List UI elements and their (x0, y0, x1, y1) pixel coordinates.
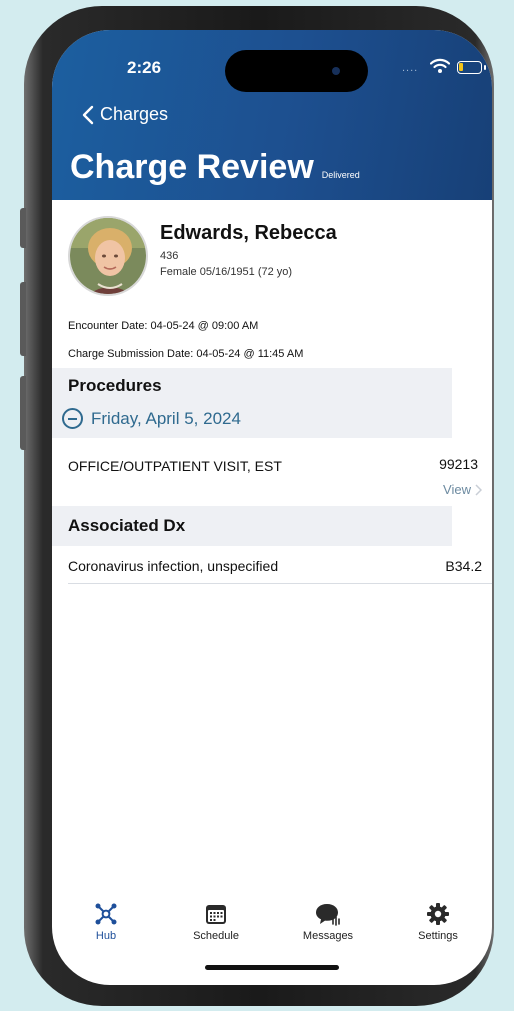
procedures-label: Procedures (68, 376, 162, 395)
diagnosis-divider (68, 583, 492, 584)
action-button (20, 208, 26, 248)
procedure-date-toggle[interactable]: Friday, April 5, 2024 (62, 408, 241, 429)
patient-photo (70, 218, 146, 294)
battery-level (459, 63, 463, 71)
app-screen: 2:26 .... Charges Charge Review Delivere… (52, 30, 492, 985)
gear-icon (427, 903, 449, 925)
tab-bar: Hub Schedule Messages Settings (52, 902, 492, 962)
collapse-minus-icon (62, 408, 83, 429)
page-title: Charge Review (70, 148, 314, 186)
tab-schedule[interactable]: Schedule (176, 902, 256, 942)
procedure-name: OFFICE/OUTPATIENT VISIT, EST (68, 458, 282, 474)
tab-hub-label: Hub (95, 930, 117, 942)
tab-messages[interactable]: Messages (288, 902, 368, 942)
chevron-right-icon (475, 483, 482, 496)
camera-dot (332, 67, 340, 75)
dynamic-island (225, 50, 368, 92)
diagnosis-name: Coronavirus infection, unspecified (68, 558, 279, 574)
page-title-row: Charge Review Delivered (70, 148, 360, 187)
view-label: View (443, 482, 471, 497)
back-label: Charges (100, 104, 169, 124)
procedure-code: 99213 (439, 456, 478, 472)
tab-schedule-label: Schedule (193, 930, 239, 942)
chat-bubble-icon (316, 904, 340, 926)
header: 2:26 .... Charges Charge Review Delivere… (52, 30, 492, 200)
diagnoses-label: Associated Dx (68, 516, 186, 535)
status-time: 2:26 (127, 58, 162, 77)
signal-indicator: .... (402, 62, 419, 74)
home-indicator[interactable] (205, 965, 339, 970)
battery-tip (484, 65, 486, 70)
wifi-icon (430, 58, 450, 73)
procedure-date-label: Friday, April 5, 2024 (91, 408, 241, 428)
diagnoses-section-header: Associated Dx (52, 506, 452, 546)
status-badge: Delivered (321, 170, 360, 180)
chevron-left-icon (82, 105, 94, 124)
battery-icon (457, 61, 482, 74)
tab-settings[interactable]: Settings (398, 902, 478, 942)
procedure-view-link[interactable]: View (443, 482, 482, 497)
volume-down-button (20, 376, 26, 450)
encounter-date: Encounter Date: 04-05-24 @ 09:00 AM (68, 320, 259, 332)
charge-submission-date: Charge Submission Date: 04-05-24 @ 11:45… (68, 348, 304, 360)
patient-name: Edwards, Rebecca (160, 222, 337, 244)
diagnosis-code: B34.2 (445, 558, 482, 574)
tab-messages-label: Messages (302, 930, 354, 942)
calendar-icon (206, 905, 226, 924)
volume-up-button (20, 282, 26, 356)
tab-hub[interactable]: Hub (66, 902, 146, 942)
avatar (68, 216, 148, 296)
patient-card: Edwards, Rebecca 436 Female 05/16/1951 (… (68, 216, 468, 298)
patient-demographics: Female 05/16/1951 (72 yo) (160, 266, 293, 278)
hub-icon (95, 903, 117, 925)
tab-settings-label: Settings (418, 930, 458, 942)
patient-id: 436 (160, 250, 179, 262)
back-button[interactable]: Charges (82, 104, 168, 125)
